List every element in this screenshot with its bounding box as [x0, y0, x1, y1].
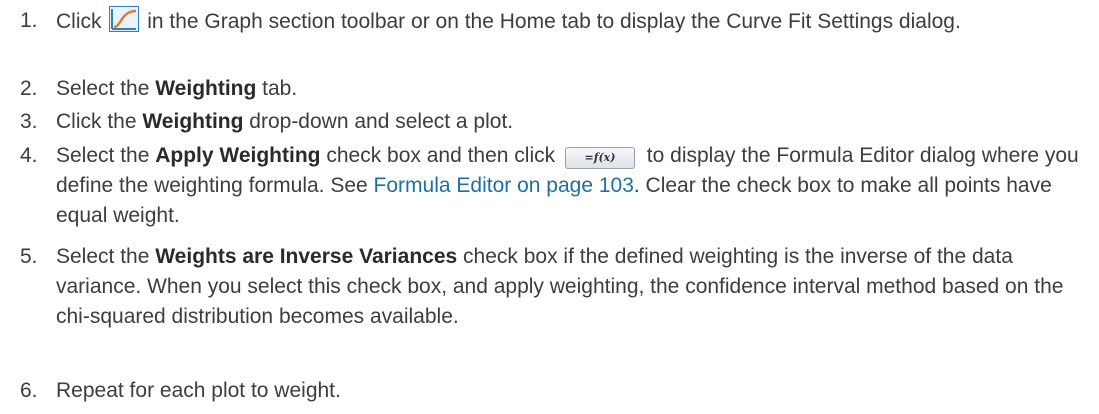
step-6: 6. Repeat for each plot to weight.	[20, 376, 1080, 406]
step-2: 2. Select the Weighting tab.	[20, 74, 1080, 104]
step-number: 4.	[20, 144, 38, 167]
step-text: Click the Weighting drop-down and select…	[56, 107, 1080, 137]
ui-term: Weighting	[155, 77, 257, 100]
step-text-pre: Select the	[56, 144, 156, 167]
step-text: Select the Weights are Inverse Variances…	[56, 242, 1080, 332]
formula-editor-link[interactable]: Formula Editor on page 103	[374, 174, 634, 197]
step-text-post: in the Graph section toolbar or on the H…	[147, 10, 961, 33]
step-number: 1.	[20, 9, 38, 32]
step-1: 1. Click in the Graph section toolbar or…	[20, 6, 1080, 37]
step-4: 4. Select the Apply Weighting check box …	[20, 141, 1080, 231]
step-text-pre: Select the	[56, 77, 156, 100]
step-text-post: tab.	[256, 77, 298, 100]
step-text: Repeat for each plot to weight.	[56, 376, 1080, 406]
step-text-pre: Click the	[56, 110, 143, 133]
ui-term: Weighting	[142, 110, 244, 133]
curve-fit-icon[interactable]	[109, 6, 140, 32]
step-text: Click in the Graph section toolbar or on…	[56, 6, 1080, 37]
step-text-pre: Repeat for each plot to weight.	[56, 379, 341, 402]
step-text: Select the Weighting tab.	[56, 74, 1080, 104]
step-5: 5. Select the Weights are Inverse Varian…	[20, 242, 1080, 332]
step-text-pre: Click	[56, 10, 108, 33]
step-number: 5.	[20, 245, 38, 268]
step-text: Select the Apply Weighting check box and…	[56, 141, 1080, 231]
step-number: 6.	[20, 379, 38, 402]
step-3: 3. Click the Weighting drop-down and sel…	[20, 107, 1080, 137]
step-number: 2.	[20, 77, 38, 100]
step-text-post: drop-down and select a plot.	[243, 110, 514, 133]
step-text-mid: check box and then click	[320, 144, 561, 167]
formula-editor-button[interactable]: =f(x)	[564, 147, 635, 169]
step-text-pre: Select the	[56, 245, 156, 268]
ui-term: Apply Weighting	[155, 144, 321, 167]
step-number: 3.	[20, 110, 38, 133]
ui-term: Weights are Inverse Variances	[155, 245, 458, 268]
